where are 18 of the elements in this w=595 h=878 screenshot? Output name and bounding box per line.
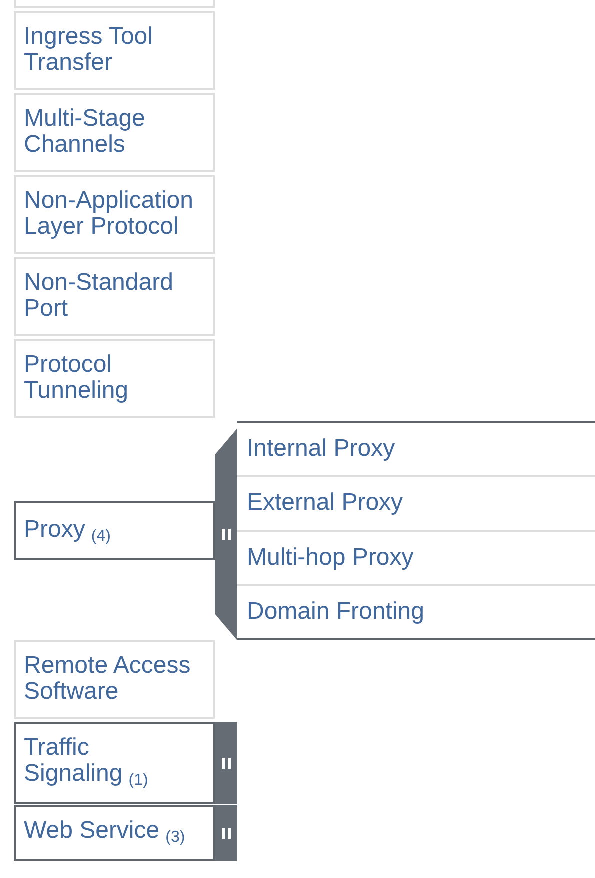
technique-cell[interactable]: Remote Access Software	[14, 640, 215, 719]
grip-icon	[222, 529, 230, 540]
technique-cell[interactable]: Protocol Tunneling	[14, 339, 215, 418]
expand-handle[interactable]	[215, 722, 237, 804]
technique-cell[interactable]: Multi-Stage Channels	[14, 93, 215, 172]
subtechnique-item[interactable]: Multi-hop Proxy	[237, 532, 595, 586]
grip-icon	[222, 758, 230, 768]
technique-cell[interactable]: Non-Standard Port	[14, 257, 215, 336]
technique-cell[interactable]: Traffic Signaling $_{(1)}$	[14, 722, 215, 804]
expand-handle[interactable]	[215, 805, 237, 861]
subtechnique-item[interactable]: Internal Proxy	[237, 423, 595, 478]
technique-cell[interactable]: Web Service $_{(3)}$	[14, 805, 215, 861]
technique-cell[interactable]: Proxy $_{(4)}$	[14, 501, 215, 560]
subtechnique-item[interactable]: Domain Fronting	[237, 586, 595, 638]
subtechnique-item[interactable]: External Proxy	[237, 477, 595, 532]
technique-cell[interactable]: Non-Application Layer Protocol	[14, 175, 215, 254]
grip-icon	[222, 828, 230, 838]
technique-cell[interactable]: Ingress Tool Transfer	[14, 11, 215, 90]
